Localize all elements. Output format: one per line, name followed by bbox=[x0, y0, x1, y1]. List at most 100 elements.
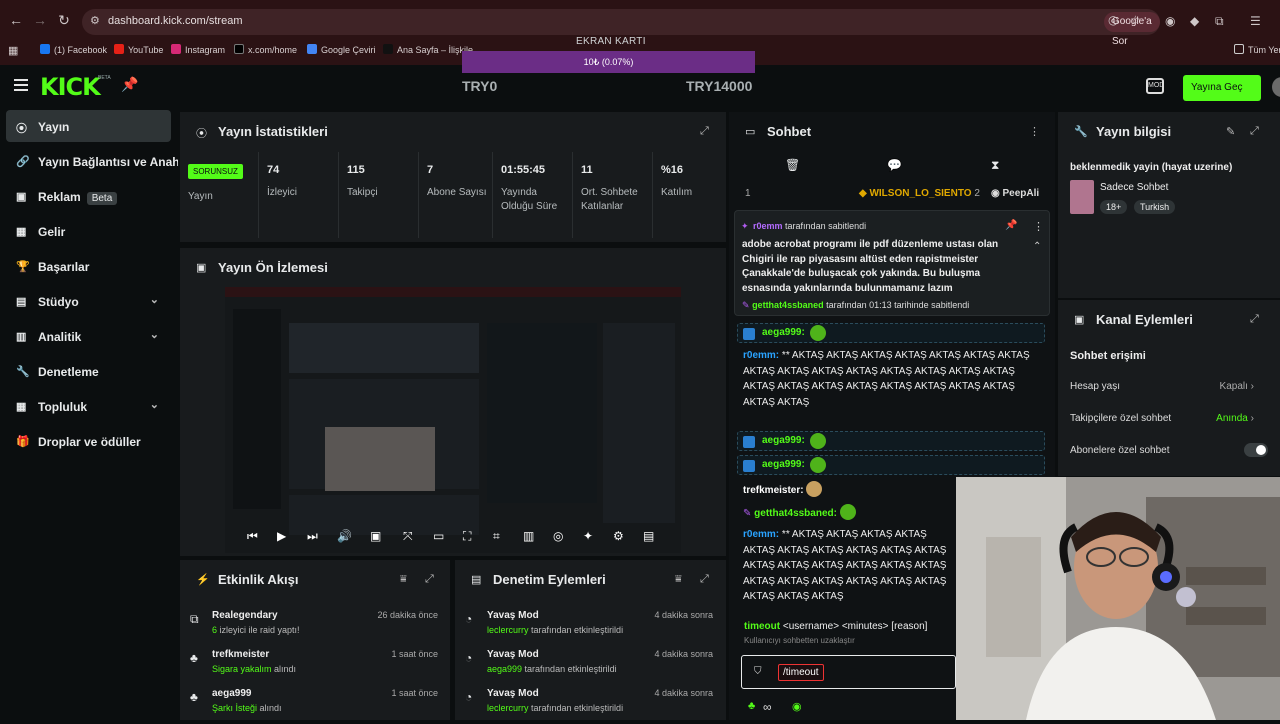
chart-icon[interactable]: ▥ bbox=[523, 529, 534, 543]
chat-username[interactable]: trefkmeister: bbox=[743, 485, 804, 496]
sidebar-item-gelir[interactable]: ▦ Gelir bbox=[6, 215, 171, 247]
stat-engagement: %16 Katılım bbox=[652, 152, 726, 238]
bookmark-facebook[interactable]: (1) Facebook bbox=[40, 44, 107, 55]
kick-logo[interactable]: KICK bbox=[40, 73, 101, 101]
apps-icon[interactable]: ▦ bbox=[8, 44, 18, 57]
collapse-icon[interactable]: ⌃ bbox=[1033, 241, 1041, 252]
captions-icon[interactable]: ▤ bbox=[643, 529, 654, 543]
emote-icon bbox=[810, 457, 826, 473]
back-icon[interactable]: ← bbox=[6, 10, 26, 30]
chat-username[interactable]: getthat4ssbaned: bbox=[754, 508, 837, 519]
extension-icon[interactable]: ◉ bbox=[1165, 14, 1175, 28]
eye-off-icon[interactable]: ◎ bbox=[1108, 13, 1118, 27]
sidebar-item-denetleme[interactable]: 🔧 Denetleme bbox=[6, 355, 171, 387]
chat-message[interactable]: r0emm: ** AKTAŞ AKTAŞ AKTAŞ AKTAŞ AKTAŞ … bbox=[743, 348, 1033, 410]
sidebar-item-topluluk[interactable]: ▦ Topluluk ⌄ bbox=[6, 390, 171, 422]
chat-message[interactable]: r0emm: ** AKTAŞ AKTAŞ AKTAŞ AKTAŞ AKTAŞ … bbox=[743, 527, 956, 605]
trash-icon[interactable]: 🗑 bbox=[785, 158, 800, 172]
activity-row[interactable]: ⧉ Realegendary 6 izleyici ile raid yaptı… bbox=[180, 608, 450, 646]
chat-input[interactable]: ⛉ /timeout bbox=[741, 655, 956, 689]
puzzle-icon[interactable]: ⧉ bbox=[1215, 14, 1224, 29]
command-suggestion[interactable]: timeout <username> <minutes> [reason] bbox=[744, 621, 927, 632]
sidebar-item-droplar[interactable]: 🎁 Droplar ve ödüller bbox=[6, 425, 171, 457]
leaderboard-user[interactable]: ◆ WILSON_LO_SIENTO 2 bbox=[859, 188, 980, 199]
theater-icon[interactable]: ▭ bbox=[433, 529, 444, 543]
setting-subs-only[interactable]: Abonelere özel sohbet bbox=[1070, 443, 1268, 457]
all-bookmarks[interactable]: Tüm Yer bbox=[1234, 44, 1280, 55]
settings-icon[interactable]: ⚙ bbox=[613, 529, 624, 543]
kick-points-icon[interactable]: ◉ bbox=[792, 700, 802, 713]
shield-icon[interactable]: ⛉ bbox=[754, 666, 762, 677]
chat-username[interactable]: aega999: bbox=[762, 327, 805, 338]
moderation-text: tarafından etkinleştirildi bbox=[528, 625, 624, 635]
chat-message-highlight[interactable]: aega999: bbox=[737, 455, 1045, 475]
moderation-row[interactable]: ◔ Yavaş Mod leclercurry tarafından etkin… bbox=[455, 608, 725, 646]
mod-view-icon[interactable]: MOD bbox=[1146, 78, 1164, 94]
expand-icon[interactable]: ⤢ bbox=[425, 573, 434, 586]
chat-message-highlight[interactable]: aega999: bbox=[737, 323, 1045, 343]
activity-row[interactable]: ♣ trefkmeister Sigara yakalım alındı 1 s… bbox=[180, 647, 450, 685]
bookmark-translate[interactable]: Google Çeviri bbox=[307, 44, 376, 55]
sidebar-item-stream-key[interactable]: 🔗 Yayın Bağlantısı ve Anahtarı bbox=[6, 145, 178, 177]
chat-username[interactable]: aega999: bbox=[762, 459, 805, 470]
activity-row[interactable]: ♣ aega999 Şarkı İsteği alındı 1 saat önc… bbox=[180, 686, 450, 724]
expand-icon[interactable]: ⤢ bbox=[700, 573, 709, 586]
extension2-icon[interactable]: ◆ bbox=[1190, 14, 1199, 28]
sidebar-item-basarilar[interactable]: 🏆 Başarılar bbox=[6, 250, 171, 282]
crop-icon[interactable]: ⌗ bbox=[493, 529, 500, 544]
site-info-icon[interactable]: ⚙ bbox=[90, 14, 100, 27]
moderation-row[interactable]: ◔ Yavaş Mod leclercurry tarafından etkin… bbox=[455, 686, 725, 724]
pip-icon[interactable]: ⤧ bbox=[403, 529, 413, 544]
edit-icon[interactable]: ✎ bbox=[1226, 125, 1235, 138]
pinned-more-icon[interactable]: ⋮ bbox=[1033, 220, 1044, 233]
expand-icon[interactable]: ⤢ bbox=[1250, 313, 1259, 326]
filter-icon[interactable]: ⩸ bbox=[675, 573, 682, 586]
comment-icon[interactable]: 💬 bbox=[887, 158, 902, 172]
bookmark-youtube[interactable]: YouTube bbox=[114, 44, 163, 55]
bookmark-x[interactable]: x.com/home bbox=[234, 44, 297, 55]
target-icon[interactable]: ◎ bbox=[553, 529, 563, 543]
sidebar-item-analitik[interactable]: ▥ Analitik ⌄ bbox=[6, 320, 171, 352]
points-icon[interactable]: ♣ bbox=[748, 700, 755, 712]
user-avatar[interactable] bbox=[1272, 77, 1280, 97]
url-bar[interactable]: ⚙ dashboard.kick.com/stream Google'a Sor… bbox=[82, 9, 1160, 47]
sidebar-item-reklam[interactable]: ▣ Reklam Beta bbox=[6, 180, 171, 212]
expand-icon[interactable]: ⤢ bbox=[1250, 125, 1259, 138]
sidebar-item-yayin[interactable]: ⦿ Yayın bbox=[6, 110, 171, 142]
age-tag: 18+ bbox=[1100, 200, 1128, 214]
chat-username[interactable]: r0emm: bbox=[743, 529, 779, 540]
chat-username[interactable]: r0emm: bbox=[743, 350, 779, 361]
star-icon[interactable]: ☆ bbox=[1130, 13, 1141, 27]
menu-list-icon[interactable]: ☰ bbox=[1250, 14, 1261, 28]
rewind-icon[interactable]: ⏮ bbox=[247, 529, 258, 544]
filter-icon[interactable]: ⩸ bbox=[400, 573, 407, 586]
subs-only-toggle[interactable] bbox=[1244, 443, 1268, 457]
moderation-row[interactable]: ◔ Yavaş Mod aega999 tarafından etkinleşt… bbox=[455, 647, 725, 685]
pin-icon[interactable]: 📌 bbox=[121, 76, 138, 93]
slow-mode-icon: ◔ bbox=[465, 651, 473, 665]
bookmark-instagram[interactable]: Instagram bbox=[171, 44, 225, 55]
reload-icon[interactable]: ↻ bbox=[54, 10, 74, 30]
volume-icon[interactable]: 🔊 bbox=[337, 529, 352, 543]
play-icon[interactable]: ▶ bbox=[277, 529, 286, 543]
category-name[interactable]: Sadece Sohbet bbox=[1100, 182, 1168, 193]
expand-icon[interactable]: ⤢ bbox=[700, 125, 709, 138]
unpin-icon[interactable]: 📌 bbox=[1005, 220, 1017, 231]
setting-followers-only[interactable]: Takipçilere özel sohbet Anında › bbox=[1070, 413, 1268, 424]
setting-account-age[interactable]: Hesap yaşı Kapalı › bbox=[1070, 381, 1268, 392]
fullscreen-icon[interactable]: ⛶ bbox=[463, 529, 471, 544]
sidebar-item-studyo[interactable]: ▤ Stüdyo ⌄ bbox=[6, 285, 171, 317]
go-live-button[interactable]: Yayına Geç bbox=[1183, 75, 1261, 101]
more-options-icon[interactable]: ⋮ bbox=[1029, 125, 1040, 138]
stream-preview-video[interactable]: ⏮ ▶ ⏭ 🔊 ▣ ⤧ ▭ ⛶ ⌗ ▥ ◎ ✦ ⚙ ▤ bbox=[225, 287, 681, 553]
camera-icon[interactable]: ▣ bbox=[370, 529, 381, 543]
chat-input-value[interactable]: /timeout bbox=[778, 664, 824, 681]
chat-username[interactable]: aega999: bbox=[762, 435, 805, 446]
leaderboard-right[interactable]: ◉ PeepAli bbox=[991, 188, 1039, 199]
chat-message-highlight[interactable]: aega999: bbox=[737, 431, 1045, 451]
sparkle-icon[interactable]: ✦ bbox=[583, 529, 593, 543]
hamburger-menu-icon[interactable] bbox=[14, 79, 28, 91]
hourglass-icon[interactable]: ⧗ bbox=[991, 158, 999, 173]
forward-icon[interactable]: ⏭ bbox=[307, 529, 318, 544]
forward-icon[interactable]: → bbox=[30, 10, 50, 30]
